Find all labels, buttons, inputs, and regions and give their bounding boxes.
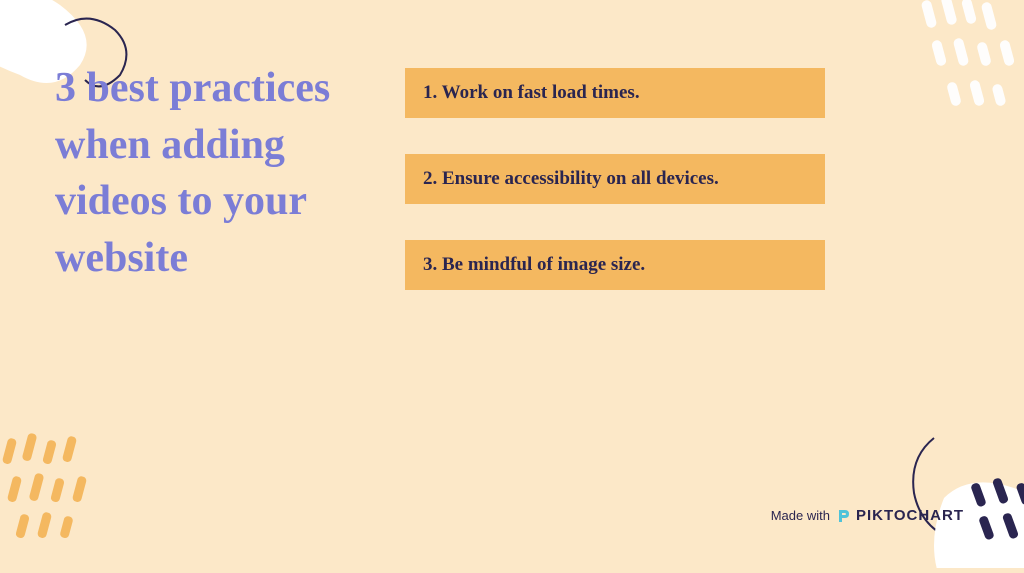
list-item: 1. Work on fast load times. — [405, 68, 825, 118]
list-item-text: 3. Be mindful of image size. — [423, 254, 807, 276]
piktochart-icon — [836, 508, 852, 524]
brand-name: PIKTOCHART — [856, 507, 964, 524]
made-with-label: Made with — [771, 508, 830, 523]
list-item: 2. Ensure accessibility on all devices. — [405, 154, 825, 204]
footer-brand: Made with PIKTOCHART — [771, 507, 964, 524]
page-heading: 3 best practices when adding videos to y… — [55, 60, 365, 287]
list-item: 3. Be mindful of image size. — [405, 240, 825, 290]
heading-section: 3 best practices when adding videos to y… — [55, 60, 365, 448]
list-item-text: 2. Ensure accessibility on all devices. — [423, 168, 807, 190]
list-section: 1. Work on fast load times. 2. Ensure ac… — [365, 60, 974, 448]
brand-logo: PIKTOCHART — [836, 507, 964, 524]
list-item-text: 1. Work on fast load times. — [423, 82, 807, 104]
